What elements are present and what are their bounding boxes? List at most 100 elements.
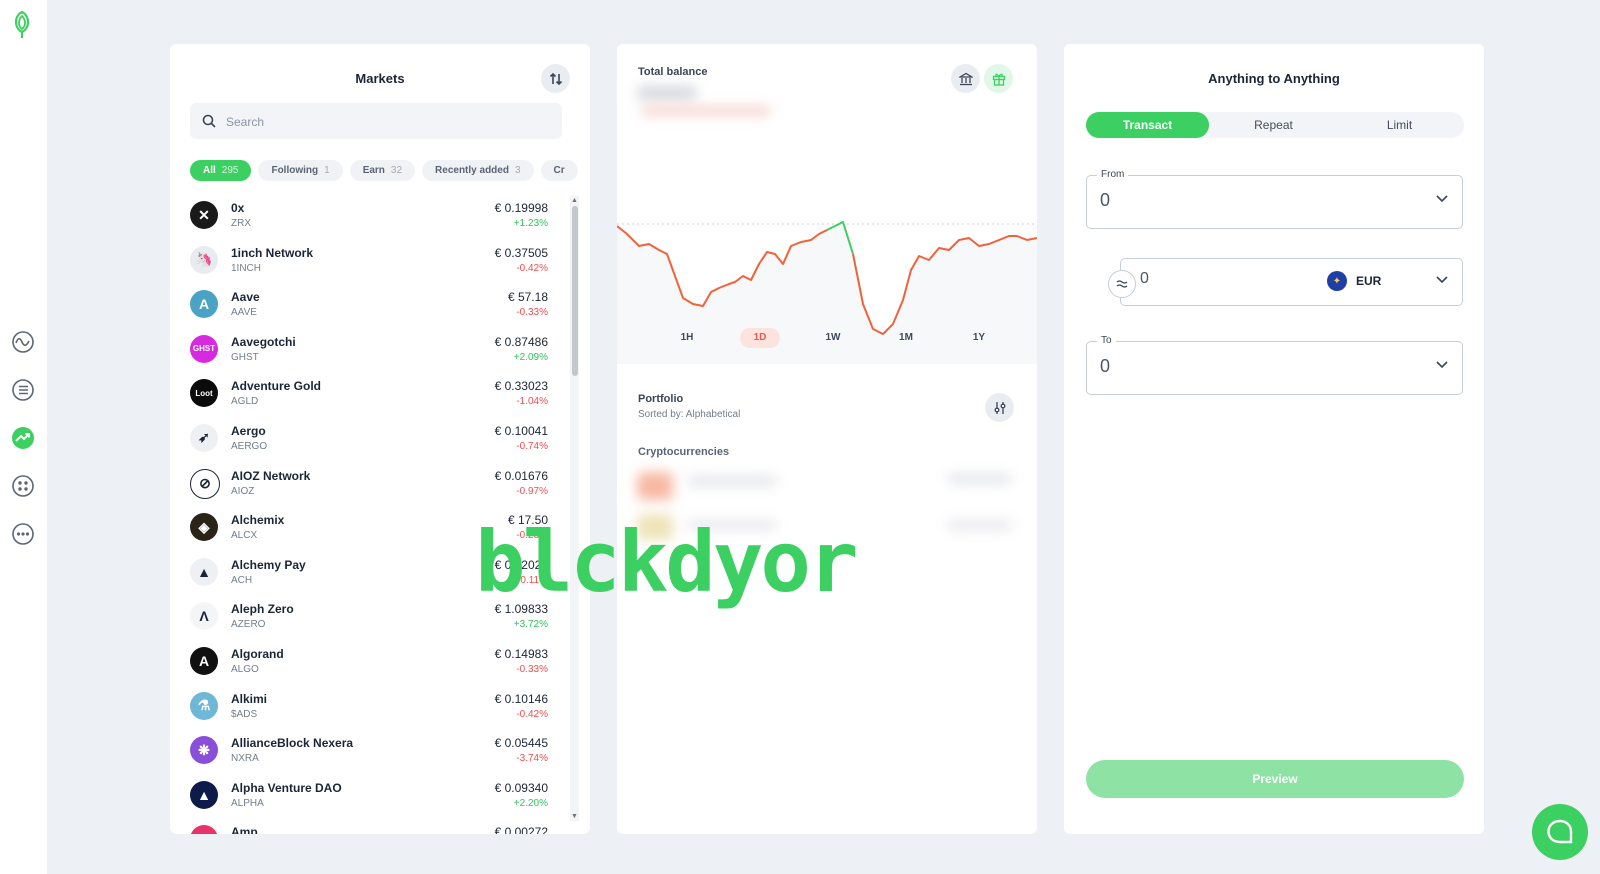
asset-row[interactable]: AmpAMP€ 0.00272 [190, 820, 570, 834]
asset-row[interactable]: 🦄 1inch Network 1INCH € 0.37505 -0.42% [190, 241, 570, 286]
asset-row[interactable]: GHST Aavegotchi GHST € 0.87486 +2.09% [190, 330, 570, 375]
period-1w[interactable]: 1W [813, 328, 853, 348]
nav-pulse-icon[interactable] [11, 330, 35, 354]
chat-bubble-icon [1547, 819, 1573, 844]
asset-symbol: ALCX [231, 530, 258, 542]
scroll-up-arrow[interactable]: ▲ [571, 197, 578, 204]
nav-list-icon[interactable] [11, 378, 35, 402]
total-balance-label: Total balance [638, 66, 708, 78]
scroll-thumb[interactable] [572, 206, 578, 376]
period-1h[interactable]: 1H [667, 328, 707, 348]
gift-button[interactable] [984, 64, 1013, 93]
asset-icon: 🦄 [190, 245, 218, 274]
overlay-watermark-text: blckdyor [475, 513, 859, 611]
asset-change: -0.42% [516, 708, 548, 720]
portfolio-title: Portfolio [638, 393, 684, 405]
tab-limit[interactable]: Limit [1338, 112, 1461, 138]
asset-icon: ▲ [190, 557, 218, 586]
filter-chip-count: 1 [324, 165, 330, 176]
asset-change: +2.09% [513, 351, 548, 363]
nav-more-icon[interactable] [11, 522, 35, 546]
asset-row[interactable]: ⊘ AIOZ Network AIOZ € 0.01676 -0.97% [190, 464, 570, 509]
filter-chip-label: Following [271, 165, 319, 176]
asset-symbol: 1INCH [231, 262, 262, 274]
asset-row[interactable]: ✕ 0x ZRX € 0.19998 +1.23% [190, 196, 570, 241]
asset-name: Alchemy Pay [231, 557, 306, 572]
asset-name: Alpha Venture DAO [231, 780, 342, 795]
asset-symbol: ALPHA [231, 797, 264, 809]
asset-row[interactable]: ▲ Alpha Venture DAO ALPHA € 0.09340 +2.20% [190, 776, 570, 821]
asset-icon: A [190, 646, 218, 675]
asset-icon: ➶ [190, 423, 218, 452]
asset-change: -0.33% [516, 663, 548, 675]
sliders-icon [994, 401, 1005, 414]
swap-direction-button[interactable] [1108, 270, 1136, 298]
asset-symbol: GHST [231, 351, 259, 363]
asset-change: -1.04% [516, 396, 548, 408]
asset-price: € 0.33023 [494, 379, 548, 394]
filter-chip-recently-added[interactable]: Recently added 3 [422, 160, 534, 181]
asset-price: € 0.37505 [494, 245, 548, 260]
asset-row[interactable]: Loot Adventure Gold AGLD € 0.33023 -1.04% [190, 374, 570, 419]
app-logo-icon[interactable] [10, 10, 34, 40]
to-field[interactable]: To 0 [1086, 335, 1463, 395]
asset-change: +2.20% [513, 797, 548, 809]
asset-price: € 0.10041 [494, 423, 548, 438]
markets-panel: Markets All 295 Following 1 Earn 32 Recently a… [170, 44, 590, 834]
asset-name: Algorand [231, 646, 284, 661]
asset-symbol: NXRA [231, 753, 259, 765]
asset-row[interactable]: A Algorand ALGO € 0.14983 -0.33% [190, 642, 570, 687]
asset-icon: A [190, 290, 218, 319]
asset-change: -0.74% [516, 440, 548, 452]
asset-icon: ⊘ [190, 468, 220, 499]
balance-panel: Total balance 1H 1D 1W 1M 1Y Portfolio Sorte… [617, 44, 1037, 834]
left-sidebar [0, 0, 47, 874]
balance-change-blurred [641, 106, 771, 116]
holding-2-value-blurred [947, 520, 1012, 530]
eur-flag-icon: ✦ [1327, 271, 1347, 291]
cryptocurrencies-label: Cryptocurrencies [638, 446, 730, 458]
period-1y[interactable]: 1Y [959, 328, 999, 348]
filter-chip-all[interactable]: All 295 [190, 160, 252, 181]
asset-price: € 0.01676 [494, 468, 548, 483]
nav-apps-icon[interactable] [11, 474, 35, 498]
portfolio-settings-button[interactable] [985, 393, 1014, 422]
approx-equal-icon [1116, 280, 1128, 288]
asset-row[interactable]: ➶ Aergo AERGO € 0.10041 -0.74% [190, 419, 570, 464]
asset-icon: ◈ [190, 513, 218, 542]
list-scrollbar[interactable]: ▲ ▼ [570, 196, 579, 821]
tab-repeat[interactable]: Repeat [1212, 112, 1335, 138]
filter-chip-earn[interactable]: Earn 32 [349, 160, 416, 181]
asset-row[interactable]: ❋ AllianceBlock Nexera NXRA € 0.05445 -3.74% [190, 731, 570, 776]
preview-button[interactable]: Preview [1086, 760, 1464, 798]
support-chat-button[interactable] [1532, 804, 1588, 860]
asset-name: Alkimi [231, 691, 268, 706]
asset-row[interactable]: ⚗ Alkimi $ADS € 0.10146 -0.42% [190, 687, 570, 732]
sort-button[interactable] [541, 64, 570, 93]
sort-arrows-icon [549, 72, 562, 85]
filter-chip-following[interactable]: Following 1 [258, 160, 343, 181]
filter-chip-cr[interactable]: Cr [540, 160, 578, 181]
asset-symbol: AERGO [231, 440, 268, 452]
asset-change: -3.74% [516, 753, 548, 765]
amount-field[interactable]: 0 ✦ EUR [1120, 258, 1463, 306]
tab-transact[interactable]: Transact [1086, 112, 1209, 138]
bank-button[interactable] [951, 64, 980, 93]
asset-symbol: AGLD [231, 396, 259, 408]
swap-panel: Anything to Anything Transact Repeat Limit… [1064, 44, 1484, 834]
asset-name: Aergo [231, 423, 266, 438]
scroll-down-arrow[interactable]: ▼ [571, 813, 578, 820]
asset-symbol: AAVE [231, 307, 257, 319]
filter-chip-label: Cr [553, 165, 565, 176]
asset-icon: Λ [190, 602, 218, 631]
search-input[interactable] [224, 103, 558, 141]
nav-trending-icon[interactable] [11, 426, 35, 450]
period-1d[interactable]: 1D [740, 328, 780, 348]
filter-chip-count: 3 [514, 165, 521, 176]
currency-chevron-icon[interactable] [1436, 276, 1448, 284]
asset-icon: Loot [190, 379, 218, 408]
period-1m[interactable]: 1M [886, 328, 926, 348]
from-field[interactable]: From 0 [1086, 169, 1463, 229]
asset-change: -0.33% [516, 307, 548, 319]
asset-row[interactable]: A Aave AAVE € 57.18 -0.33% [190, 285, 570, 330]
